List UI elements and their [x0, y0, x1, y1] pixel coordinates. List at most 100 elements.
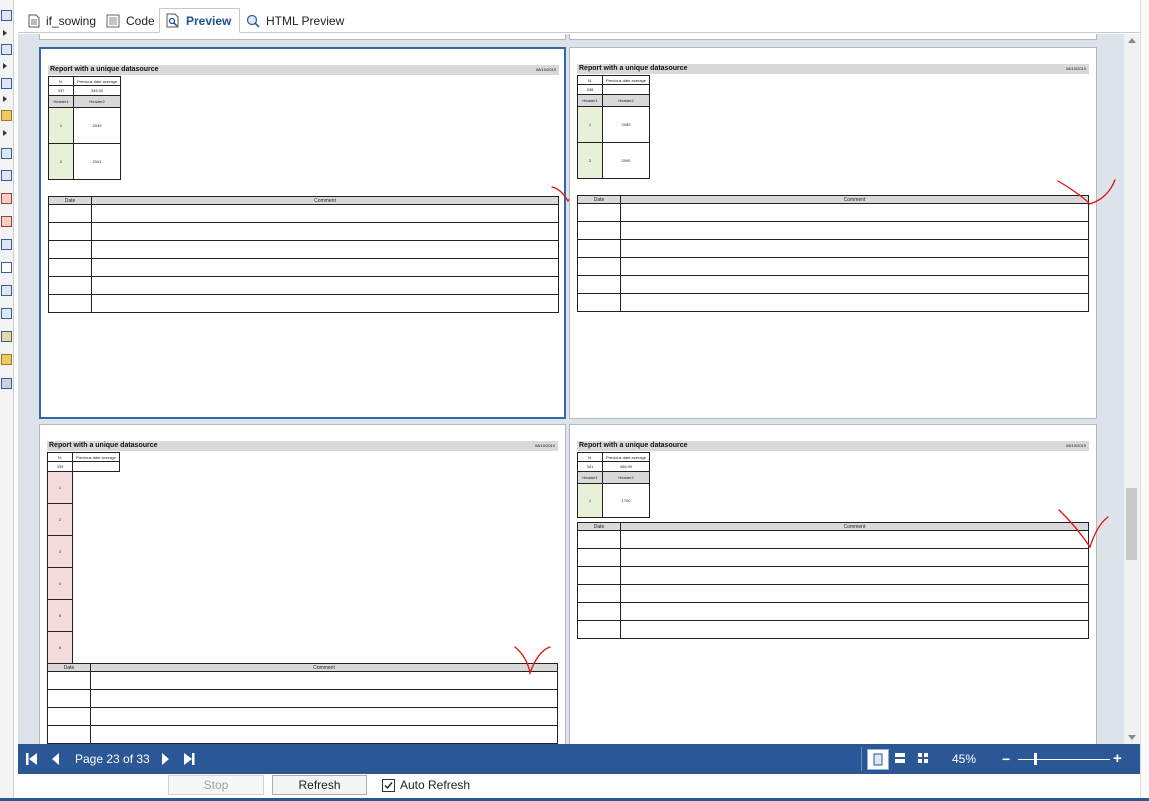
report-page[interactable]: Report with a unique datasource 08/10/201… [569, 47, 1116, 419]
tab-label: if_sowing [46, 13, 97, 28]
zoom-out-button[interactable]: − [1002, 752, 1010, 766]
stop-button[interactable]: Stop [168, 775, 264, 795]
date-cell [47, 725, 91, 744]
zoom-slider-track[interactable] [1018, 759, 1110, 760]
comment-cell [620, 620, 1089, 639]
header2-value: 2090 [602, 142, 650, 179]
divider [861, 747, 862, 771]
report-page[interactable]: Report with a unique datasource 08/10/201… [39, 47, 579, 419]
report-date: 08/10/2019 [1065, 66, 1086, 71]
date-cell [577, 293, 621, 312]
header2-value: 1700 [602, 483, 650, 518]
toolbox-item-icon[interactable] [1, 216, 12, 227]
single-page-view-button[interactable] [867, 749, 889, 770]
empty-cell [73, 600, 120, 632]
prev-average-value: 345.00 [73, 85, 121, 96]
header1-value: 4 [47, 567, 73, 600]
scroll-up-icon[interactable] [1128, 38, 1136, 43]
zoom-slider-thumb[interactable] [1034, 753, 1037, 765]
toolbox-item-icon[interactable] [1, 262, 12, 273]
preview-navigation-bar: Page 23 of 33 45% − + [18, 744, 1140, 774]
col-prev-header: Previous date average [602, 452, 650, 462]
date-cell [48, 240, 92, 259]
date-column-header: Date [48, 196, 92, 205]
comment-cell [620, 602, 1089, 621]
tab-label: Preview [186, 13, 232, 28]
header2-cell: Header2 [73, 95, 121, 108]
toolbox-item-icon[interactable] [1, 285, 12, 296]
date-cell [47, 671, 91, 690]
header1-value: 1 [47, 471, 73, 504]
next-page-icon[interactable] [161, 752, 171, 766]
header1-value: 2 [577, 142, 603, 179]
col-n-header: N. [47, 452, 73, 462]
empty-cell [73, 568, 120, 600]
refresh-button[interactable]: Refresh [272, 775, 367, 795]
tools-icon[interactable] [1, 378, 12, 389]
comment-cell [91, 276, 559, 295]
comment-cell [91, 222, 559, 241]
col-n-header: N. [577, 75, 603, 85]
report-page[interactable]: Report with a unique datasource 08/10/201… [569, 424, 1109, 744]
date-cell [48, 258, 92, 277]
header1-value: 1 [577, 483, 603, 518]
toolbox-item-icon[interactable] [1, 44, 12, 55]
tab-if-sowing[interactable]: if_sowing [22, 8, 102, 33]
report-date: 08/10/2019 [535, 67, 556, 72]
date-cell [577, 602, 621, 621]
multi-page-view-button[interactable] [913, 749, 935, 770]
comment-cell [620, 275, 1089, 294]
comment-column-header: Comment [620, 522, 1089, 531]
report-designer-window: if_sowing Code Preview HTML Preview Repo… [0, 0, 1149, 801]
scroll-down-icon[interactable] [1128, 735, 1136, 740]
report-date: 08/10/2019 [534, 443, 555, 448]
tab-html-preview[interactable]: HTML Preview [240, 8, 350, 33]
image-item-icon[interactable] [1, 331, 12, 342]
image-item-icon[interactable] [1, 110, 12, 121]
toolbox-item-icon[interactable] [1, 308, 12, 319]
date-cell [48, 276, 92, 295]
document-icon [28, 14, 40, 27]
multi-page-icon [918, 753, 928, 763]
auto-refresh-checkbox[interactable] [382, 779, 395, 792]
expand-arrow-icon[interactable] [3, 63, 7, 69]
report-page[interactable] [569, 34, 1097, 40]
expand-arrow-icon[interactable] [3, 96, 7, 102]
toolbox-item-icon[interactable] [1, 193, 12, 204]
comment-cell [620, 566, 1089, 585]
expand-arrow-icon[interactable] [3, 130, 7, 136]
report-page[interactable]: Report with a unique datasource 08/10/201… [39, 424, 566, 744]
previous-page-icon[interactable] [51, 752, 61, 766]
toolbox-item-icon[interactable] [1, 10, 12, 21]
prev-average-value [72, 461, 120, 472]
report-page[interactable] [39, 34, 566, 40]
date-cell [577, 620, 621, 639]
comment-cell [90, 671, 558, 690]
report-preview-area[interactable]: Report with a unique datasource 08/10/201… [18, 34, 1124, 744]
toolbox-item-icon[interactable] [1, 239, 12, 250]
header2-value: 2041 [73, 143, 121, 180]
vertical-scrollbar[interactable] [1124, 34, 1140, 744]
header2-cell: Header2 [602, 94, 650, 107]
comment-cell [91, 294, 559, 313]
continuous-view-button[interactable] [890, 749, 912, 770]
toolbox-item-icon[interactable] [1, 170, 12, 181]
scrollbar-thumb[interactable] [1126, 488, 1137, 560]
date-cell [577, 584, 621, 603]
header1-cell: Header1 [577, 94, 603, 107]
last-page-icon[interactable] [183, 752, 195, 766]
prev-average-value [602, 84, 650, 95]
chart-item-icon[interactable] [1, 354, 12, 365]
tab-label: HTML Preview [266, 13, 345, 28]
toolbox-item-icon[interactable] [1, 78, 12, 89]
tab-preview[interactable]: Preview [159, 8, 240, 33]
tab-code[interactable]: Code [100, 8, 161, 33]
toolbox-item-icon[interactable] [1, 148, 12, 159]
first-page-icon[interactable] [26, 752, 38, 766]
expand-arrow-icon[interactable] [3, 30, 7, 36]
date-cell [47, 689, 91, 708]
zoom-in-button[interactable]: + [1113, 751, 1122, 766]
zoom-level: 45% [952, 752, 977, 766]
header2-cell: Header2 [602, 471, 650, 484]
col-n-header: N. [577, 452, 603, 462]
